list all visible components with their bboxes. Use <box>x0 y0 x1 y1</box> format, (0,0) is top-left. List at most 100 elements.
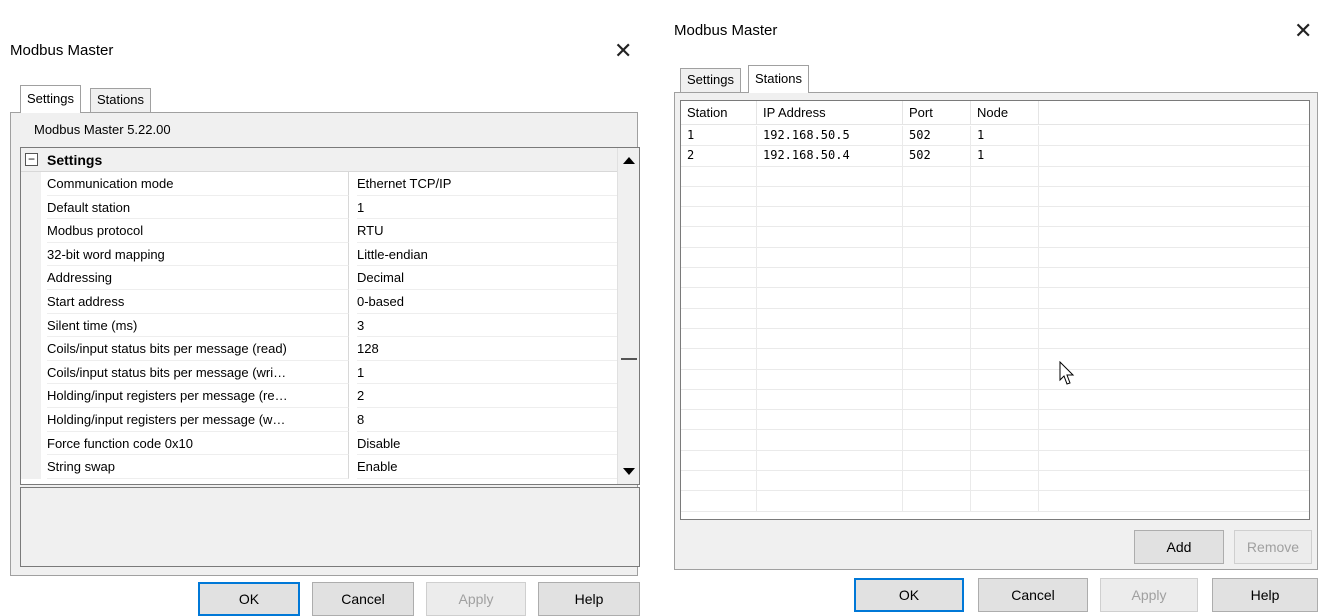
tab-stations[interactable]: Stations <box>90 88 151 112</box>
empty-row <box>681 328 1309 350</box>
node-cell <box>971 491 1039 511</box>
close-icon[interactable]: ✕ <box>614 40 632 62</box>
ip-address-cell <box>757 430 903 450</box>
close-icon[interactable]: ✕ <box>1294 20 1312 42</box>
property-value[interactable]: Little-endian <box>357 243 617 267</box>
list-rows: 1 192.168.50.5 502 1 2 192.168.50.4 502 1 <box>681 126 1309 512</box>
property-row[interactable]: Holding/input registers per message (re…… <box>21 384 617 408</box>
scroll-down-icon[interactable] <box>623 468 635 475</box>
property-row[interactable]: Force function code 0x10 Disable <box>21 431 617 456</box>
property-value[interactable]: 128 <box>357 337 617 361</box>
property-row[interactable]: Addressing Decimal <box>21 266 617 290</box>
node-cell <box>971 288 1039 308</box>
stations-list[interactable]: Station IP Address Port Node 1 192.168.50… <box>680 100 1310 520</box>
tab-strip: Settings Stations <box>680 65 880 94</box>
column-station[interactable]: Station <box>681 101 757 125</box>
property-row[interactable]: Silent time (ms) 3 <box>21 313 617 338</box>
empty-row <box>681 308 1309 329</box>
port-cell <box>903 410 971 430</box>
property-row[interactable]: Start address 0-based <box>21 289 617 314</box>
station-cell: 1 <box>681 126 757 146</box>
station-cell <box>681 247 757 268</box>
port-cell: 502 <box>903 146 971 166</box>
property-value[interactable]: Enable <box>357 455 617 479</box>
property-row[interactable]: Coils/input status bits per message (rea… <box>21 337 617 361</box>
port-cell: 502 <box>903 126 971 146</box>
station-cell <box>681 186 757 207</box>
port-cell <box>903 328 971 349</box>
apply-button[interactable]: Apply <box>426 582 526 616</box>
property-value[interactable]: Decimal <box>357 266 617 290</box>
group-label: Settings <box>47 152 103 168</box>
column-ip-address[interactable]: IP Address <box>757 101 903 125</box>
property-row[interactable]: Communication mode Ethernet TCP/IP <box>21 172 617 196</box>
row-gutter <box>21 266 41 290</box>
property-value[interactable]: 0-based <box>357 290 617 314</box>
row-gutter <box>21 219 41 243</box>
add-button[interactable]: Add <box>1134 530 1224 564</box>
property-row[interactable]: String swap Enable <box>21 455 617 479</box>
property-row[interactable]: Default station 1 <box>21 195 617 220</box>
vertical-scrollbar[interactable] <box>617 148 639 484</box>
node-cell <box>971 227 1039 247</box>
help-button[interactable]: Help <box>538 582 640 616</box>
column-port[interactable]: Port <box>903 101 971 125</box>
row-gutter <box>21 384 41 408</box>
empty-row <box>681 491 1309 512</box>
cancel-button[interactable]: Cancel <box>978 578 1088 612</box>
node-cell <box>971 247 1039 268</box>
node-cell <box>971 410 1039 430</box>
station-row[interactable]: 1 192.168.50.5 502 1 <box>681 126 1309 147</box>
ok-button[interactable]: OK <box>854 578 964 612</box>
modbus-master-settings-dialog: Modbus Master ✕ Settings Stations Modbus… <box>0 0 652 616</box>
property-value[interactable]: RTU <box>357 219 617 243</box>
ip-address-cell <box>757 491 903 511</box>
station-cell <box>681 410 757 430</box>
ok-button[interactable]: OK <box>198 582 300 616</box>
ip-address-cell <box>757 450 903 471</box>
empty-row <box>681 186 1309 208</box>
scroll-up-icon[interactable] <box>623 157 635 164</box>
property-value[interactable]: Disable <box>357 432 617 456</box>
property-value[interactable]: 3 <box>357 314 617 338</box>
help-button[interactable]: Help <box>1212 578 1318 612</box>
apply-button[interactable]: Apply <box>1100 578 1198 612</box>
property-name: Holding/input registers per message (w… <box>47 407 349 432</box>
property-value[interactable]: 2 <box>357 384 617 408</box>
node-cell <box>971 308 1039 328</box>
settings-group-header[interactable]: − Settings <box>21 148 617 172</box>
empty-row <box>681 410 1309 431</box>
property-row[interactable]: Coils/input status bits per message (wri… <box>21 360 617 385</box>
property-row[interactable]: Holding/input registers per message (w… 8 <box>21 407 617 432</box>
empty-row <box>681 349 1309 370</box>
property-value[interactable]: Ethernet TCP/IP <box>357 172 617 196</box>
station-row[interactable]: 2 192.168.50.4 502 1 <box>681 146 1309 167</box>
ip-address-cell <box>757 308 903 328</box>
column-node[interactable]: Node <box>971 101 1039 125</box>
version-label: Modbus Master 5.22.00 <box>34 122 171 137</box>
property-row[interactable]: Modbus protocol RTU <box>21 219 617 243</box>
ip-address-cell <box>757 288 903 308</box>
port-cell <box>903 308 971 328</box>
empty-row <box>681 389 1309 411</box>
tab-settings[interactable]: Settings <box>20 85 81 113</box>
cancel-button[interactable]: Cancel <box>312 582 414 616</box>
remove-button[interactable]: Remove <box>1234 530 1312 564</box>
empty-row <box>681 227 1309 248</box>
scrollbar-thumb[interactable] <box>621 174 637 360</box>
empty-row <box>681 430 1309 451</box>
property-value[interactable]: 1 <box>357 361 617 385</box>
ip-address-cell: 192.168.50.4 <box>757 146 903 166</box>
collapse-icon[interactable]: − <box>25 153 38 166</box>
row-gutter <box>21 313 41 338</box>
ip-address-cell <box>757 227 903 247</box>
property-row[interactable]: 32-bit word mapping Little-endian <box>21 242 617 267</box>
property-value[interactable]: 1 <box>357 196 617 220</box>
property-value[interactable]: 8 <box>357 408 617 432</box>
port-cell <box>903 288 971 308</box>
property-name: Coils/input status bits per message (wri… <box>47 360 349 385</box>
tab-settings[interactable]: Settings <box>680 68 741 92</box>
ip-address-cell <box>757 166 903 186</box>
property-grid[interactable]: − Settings Communication mode Ethernet TC… <box>20 147 640 485</box>
tab-stations[interactable]: Stations <box>748 65 809 93</box>
